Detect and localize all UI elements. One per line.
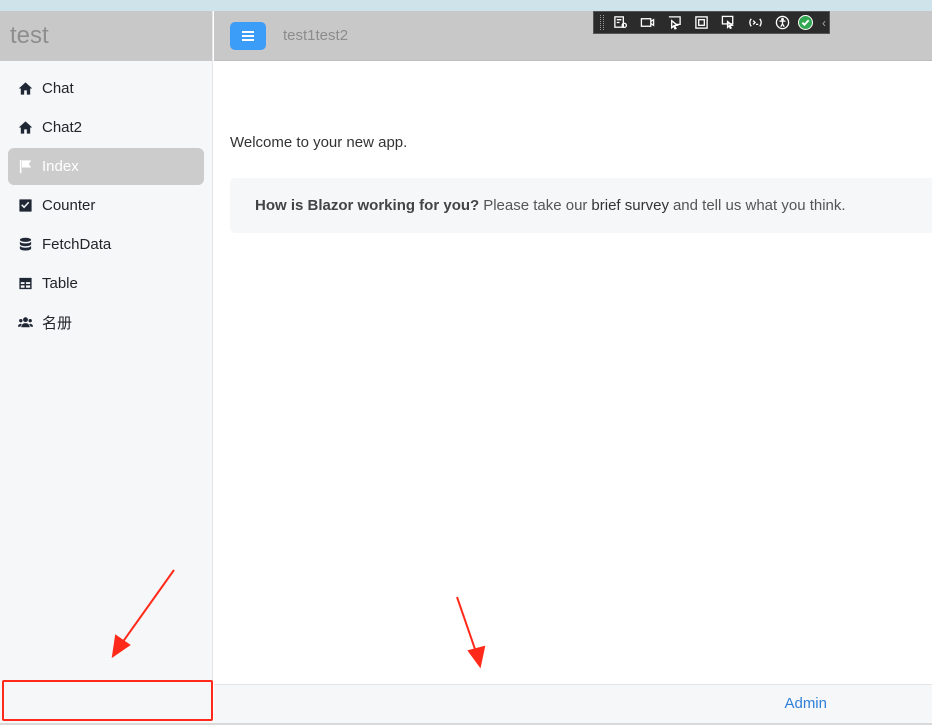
track-focus-icon[interactable] [690, 13, 712, 32]
sidebar-item-table[interactable]: Table [8, 265, 204, 302]
footer-bar: Admin [214, 684, 932, 723]
users-icon [17, 315, 33, 331]
menu-toggle-button[interactable] [230, 21, 266, 50]
chevron-left-icon[interactable]: ‹ [822, 16, 826, 30]
sidebar-item-label: Chat2 [42, 119, 83, 136]
survey-text-before: Please take our [483, 197, 588, 214]
check-square-icon [17, 198, 33, 214]
xaml-devtools-toolbar: ‹ [593, 11, 830, 34]
sidebar-item-label: Counter [42, 197, 96, 214]
go-to-live-visual-tree-icon[interactable] [609, 13, 631, 32]
header-title: test1test2 [283, 27, 349, 44]
sidebar-item-chat2[interactable]: Chat2 [8, 109, 204, 146]
sidebar-item-label: Table [42, 275, 78, 292]
survey-prompt: How is Blazor working for you? Please ta… [230, 178, 932, 233]
window-top-strip [0, 0, 932, 11]
toolbar-grip-icon[interactable] [600, 15, 604, 30]
survey-link[interactable]: brief survey [591, 197, 669, 214]
display-layout-adorners-icon[interactable] [663, 13, 685, 32]
survey-question: How is Blazor working for you? [255, 197, 480, 214]
welcome-text: Welcome to your new app. [230, 134, 408, 151]
select-element-icon[interactable] [636, 13, 658, 32]
accessibility-icon[interactable] [771, 13, 793, 32]
table-icon [17, 276, 33, 292]
home-icon [17, 120, 33, 136]
database-icon [17, 237, 33, 253]
brand-header: test [0, 11, 212, 61]
sidebar-item-label: Index [42, 158, 79, 175]
annotation-highlight-box [2, 680, 213, 721]
flag-icon [17, 159, 33, 175]
sidebar-item-fetchdata[interactable]: FetchData [8, 226, 204, 263]
sidebar-item-chat[interactable]: Chat [8, 70, 204, 107]
sidebar-item-label: 名册 [42, 315, 73, 332]
main-content: Welcome to your new app. How is Blazor w… [214, 61, 932, 683]
home-icon [17, 81, 33, 97]
sidebar-item-roster[interactable]: 名册 [8, 304, 204, 341]
ok-check-icon[interactable] [798, 15, 813, 30]
sidebar: test Chat Chat2 Index Counter FetchData … [0, 11, 213, 725]
sidebar-item-index[interactable]: Index [8, 148, 204, 185]
brand-title[interactable]: test [10, 22, 49, 50]
sidebar-nav: Chat Chat2 Index Counter FetchData Table… [0, 61, 212, 341]
binding-failures-icon[interactable] [717, 13, 739, 32]
hamburger-icon [242, 34, 254, 37]
hot-reload-icon[interactable] [744, 13, 766, 32]
sidebar-item-label: FetchData [42, 236, 112, 253]
survey-text-after: and tell us what you think. [672, 197, 846, 214]
admin-link[interactable]: Admin [784, 695, 827, 712]
sidebar-item-label: Chat [42, 80, 74, 97]
sidebar-item-counter[interactable]: Counter [8, 187, 204, 224]
